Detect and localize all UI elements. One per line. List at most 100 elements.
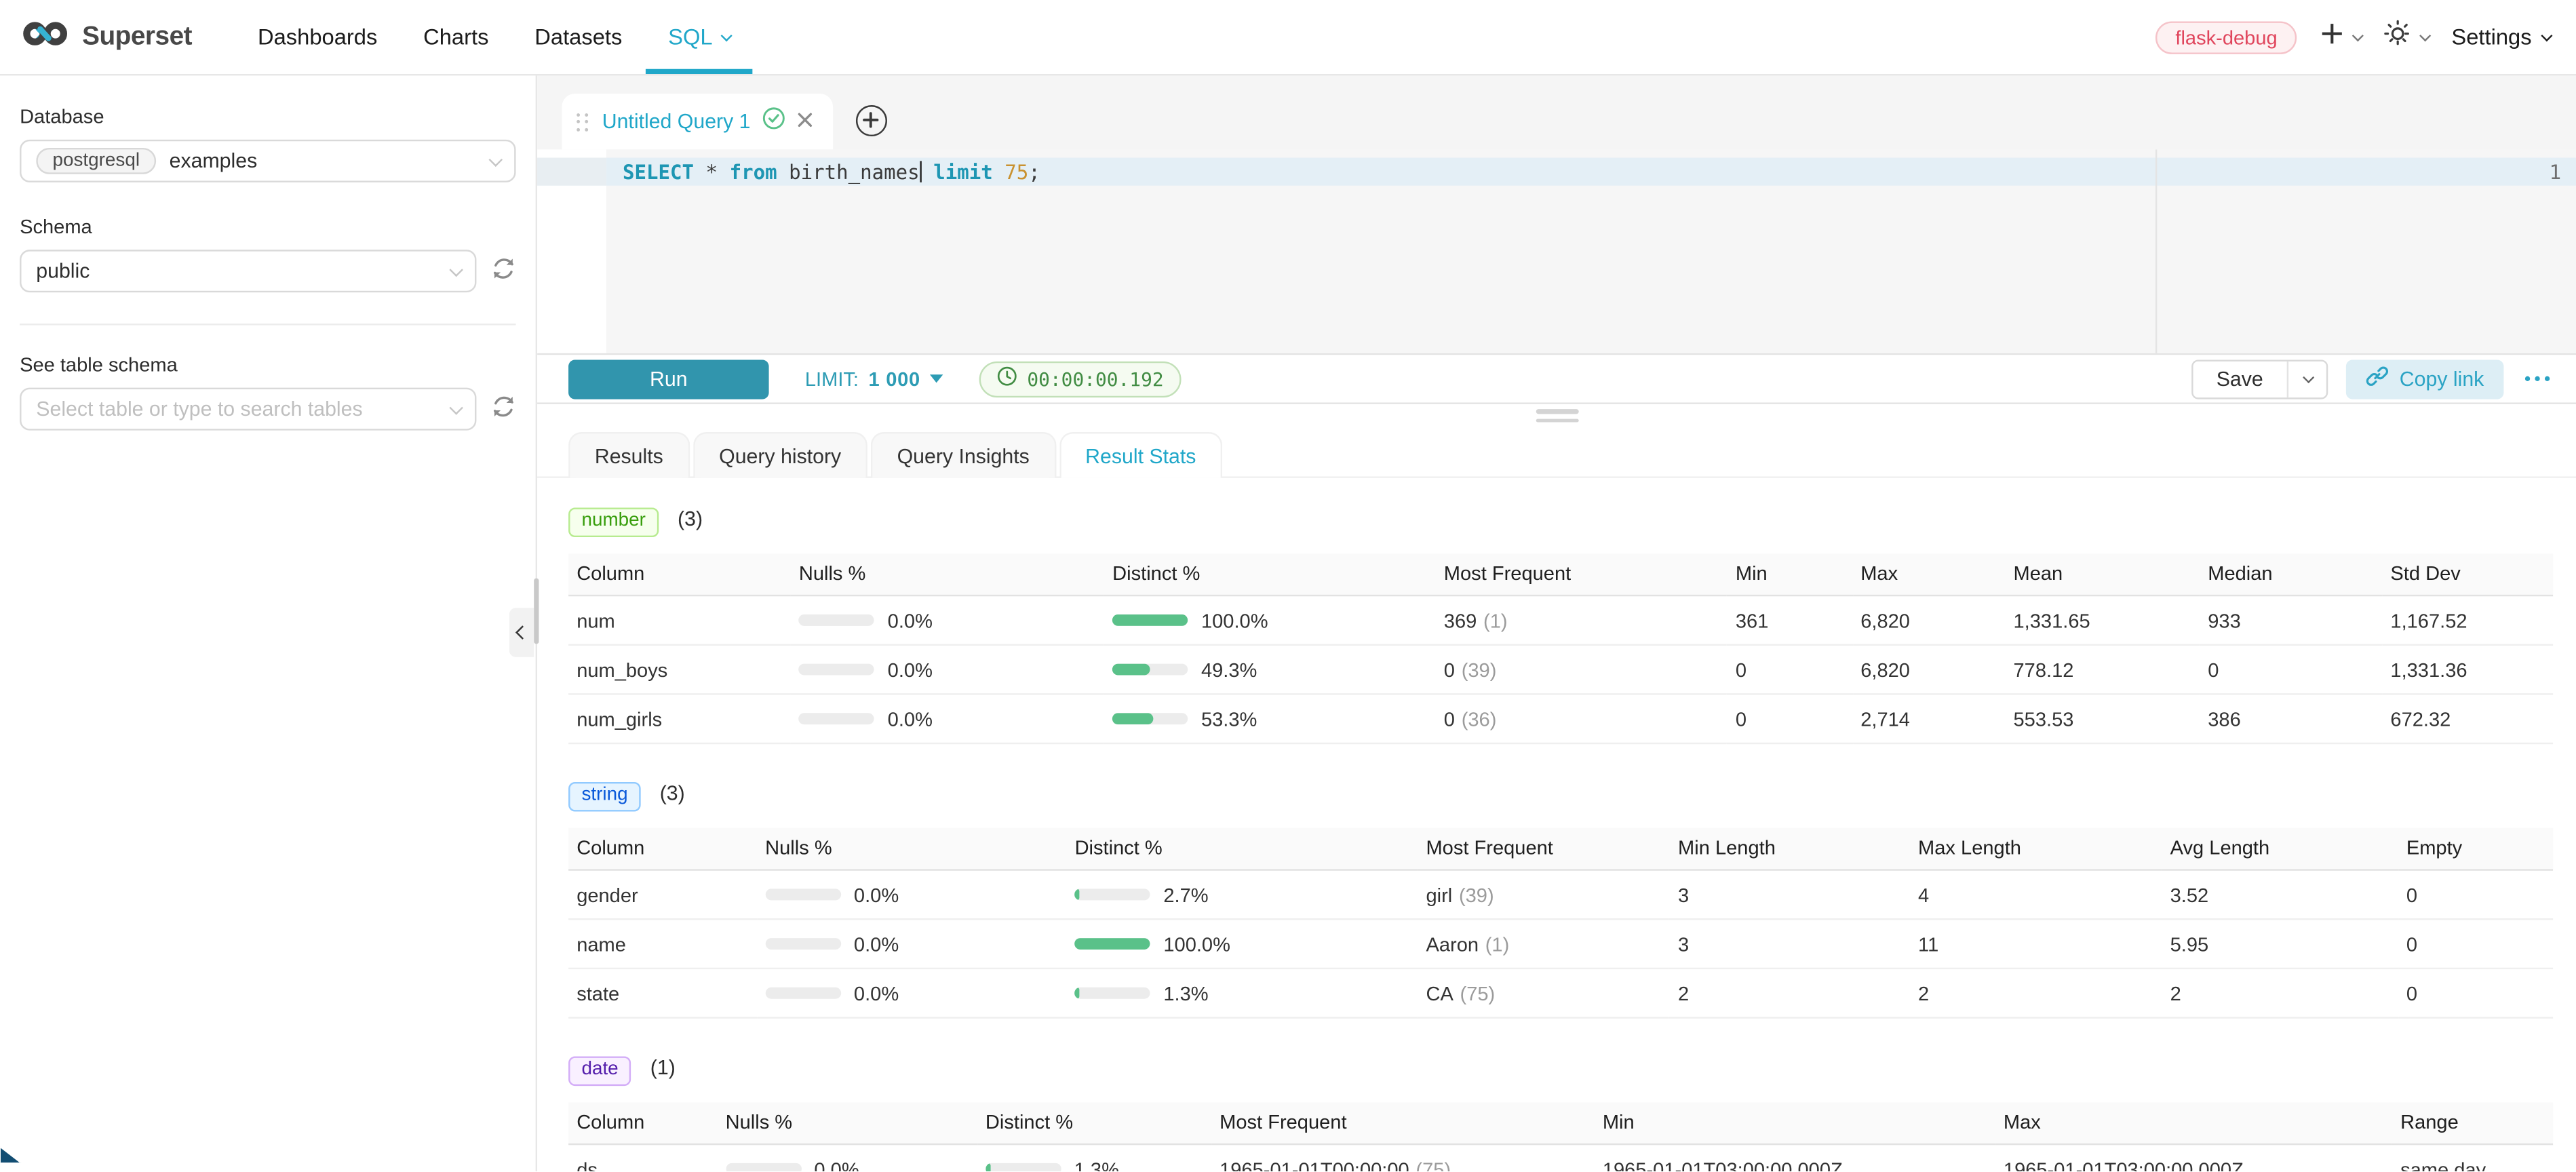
tab-query-insights[interactable]: Query Insights [871, 432, 1056, 478]
sql-text: * [694, 161, 730, 184]
chevron-down-icon [489, 153, 503, 167]
superset-logo[interactable]: Superset [23, 17, 192, 56]
refresh-tables-button[interactable] [491, 394, 515, 424]
copy-link-button[interactable]: Copy link [2345, 359, 2504, 398]
query-tab-title: Untitled Query 1 [602, 110, 751, 133]
col-header: Avg Length [2162, 827, 2398, 870]
sql-code-editor[interactable]: 1 SELECT * from birth_names limit 75; [537, 149, 2576, 353]
table-header-row: Column Nulls % Distinct % Most Frequent … [568, 827, 2553, 870]
run-button[interactable]: Run [568, 359, 769, 398]
range-cell: same day [2392, 1144, 2553, 1172]
chevron-down-icon [2352, 30, 2364, 41]
max-length-cell: 4 [1910, 870, 2162, 920]
schema-select[interactable]: public [20, 250, 476, 292]
min-cell: 0 [1728, 645, 1852, 695]
chevron-down-icon [449, 263, 463, 277]
max-cell: 1965-01-01T03:00:00.000Z [1995, 1144, 2392, 1172]
distinct-bar [1075, 888, 1150, 899]
table-select[interactable]: Select table or type to search tables [20, 388, 476, 431]
add-tab-button[interactable] [856, 105, 887, 136]
new-item-menu-button[interactable] [2320, 20, 2362, 53]
column-name-cell: name [568, 919, 757, 969]
elapsed-time-badge: 00:00:00.192 [979, 361, 1182, 397]
min-cell: 1965-01-01T03:00:00.000Z [1595, 1144, 1995, 1172]
table-row: ds 0.0% 1.3% 1965-01-01T00:00:00(75) 196… [568, 1144, 2553, 1172]
std-dev-cell: 1,167.52 [2382, 595, 2553, 645]
sql-punctuation: ; [1028, 161, 1040, 184]
col-header: Max Length [1910, 827, 2162, 870]
min-cell: 0 [1728, 694, 1852, 743]
max-length-cell: 2 [1910, 969, 2162, 1018]
nulls-bar [765, 987, 840, 998]
max-length-cell: 11 [1910, 919, 2162, 969]
most-frequent-cell: 369(1) [1436, 595, 1728, 645]
chevron-down-icon [2420, 30, 2432, 41]
see-table-schema-label: See table schema [20, 353, 516, 376]
sun-icon [2384, 19, 2412, 55]
nav-item-datasets[interactable]: Datasets [511, 0, 645, 74]
limit-dropdown[interactable]: LIMIT: 1 000 [805, 367, 943, 390]
table-header-row: Column Nulls % Distinct % Most Frequent … [568, 1101, 2553, 1144]
col-header: Min Length [1670, 827, 1910, 870]
tab-query-history[interactable]: Query history [692, 432, 867, 478]
distinct-cell: 1.3% [1066, 969, 1418, 1018]
nav-item-charts[interactable]: Charts [400, 0, 511, 74]
avg-length-cell: 3.52 [2162, 870, 2398, 920]
nulls-bar [765, 937, 840, 949]
nav-item-sql[interactable]: SQL [645, 0, 752, 74]
save-dropdown-button[interactable] [2286, 361, 2326, 397]
col-header: Most Frequent [1436, 553, 1728, 595]
most-frequent-cell: girl(39) [1418, 870, 1670, 920]
results-tab-bar: Results Query history Query Insights Res… [537, 432, 2576, 478]
stats-section-date: date (1) Column Nulls % Distinct % Most … [568, 1053, 2553, 1172]
nulls-cell: 0.0% [791, 694, 1104, 743]
collapse-sidebar-button[interactable] [509, 608, 534, 657]
avg-length-cell: 2 [2162, 969, 2398, 1018]
sql-identifier: birth_names [777, 161, 920, 184]
editor-toolbar: Run LIMIT: 1 000 00:00:00.192 [537, 353, 2576, 404]
close-tab-icon[interactable] [796, 106, 813, 136]
column-name-cell: num [568, 595, 791, 645]
settings-menu-button[interactable]: Settings [2451, 24, 2550, 49]
sql-code-line: SELECT * from birth_names limit 75; [623, 161, 1040, 184]
sql-number: 75 [1004, 161, 1028, 184]
superset-logo-icon [23, 17, 69, 56]
refresh-schemas-button[interactable] [491, 256, 515, 286]
tab-results[interactable]: Results [568, 432, 689, 478]
mouse-cursor [0, 1142, 21, 1172]
chevron-down-icon [2541, 30, 2552, 41]
tab-result-stats[interactable]: Result Stats [1059, 432, 1222, 478]
date-stats-table: Column Nulls % Distinct % Most Frequent … [568, 1101, 2553, 1172]
print-margin-line [2155, 149, 2157, 353]
min-length-cell: 2 [1670, 969, 1910, 1018]
sync-icon [491, 394, 515, 424]
min-length-cell: 3 [1670, 870, 1910, 920]
column-count: (3) [678, 507, 703, 530]
nulls-cell: 0.0% [757, 969, 1066, 1018]
pane-drag-handle[interactable] [537, 404, 2576, 427]
distinct-bar [1112, 663, 1188, 674]
col-header: Min [1728, 553, 1852, 595]
col-header: Median [2200, 553, 2382, 595]
nav-item-dashboards[interactable]: Dashboards [235, 0, 400, 74]
column-name-cell: ds [568, 1144, 717, 1172]
limit-label: LIMIT: [805, 367, 859, 390]
median-cell: 933 [2200, 595, 2382, 645]
median-cell: 386 [2200, 694, 2382, 743]
distinct-cell: 2.7% [1066, 870, 1418, 920]
stats-section-string: string (3) Column Nulls % Distinct % Mos… [568, 779, 2553, 1019]
save-button[interactable]: Save [2193, 361, 2286, 397]
active-line-gutter [537, 158, 606, 186]
database-select[interactable]: postgresql examples [20, 140, 516, 182]
sql-keyword: SELECT [623, 161, 694, 184]
most-frequent-cell: CA(75) [1418, 969, 1670, 1018]
col-header: Most Frequent [1211, 1101, 1595, 1144]
max-cell: 2,714 [1852, 694, 2005, 743]
col-header: Column [568, 553, 791, 595]
theme-toggle-button[interactable] [2384, 19, 2428, 55]
query-editor-tab[interactable]: Untitled Query 1 [562, 94, 832, 149]
more-options-button[interactable] [2522, 370, 2553, 388]
pane-resize-thumb[interactable] [534, 579, 539, 644]
plus-icon [2320, 20, 2345, 53]
most-frequent-cell: 0(36) [1436, 694, 1728, 743]
